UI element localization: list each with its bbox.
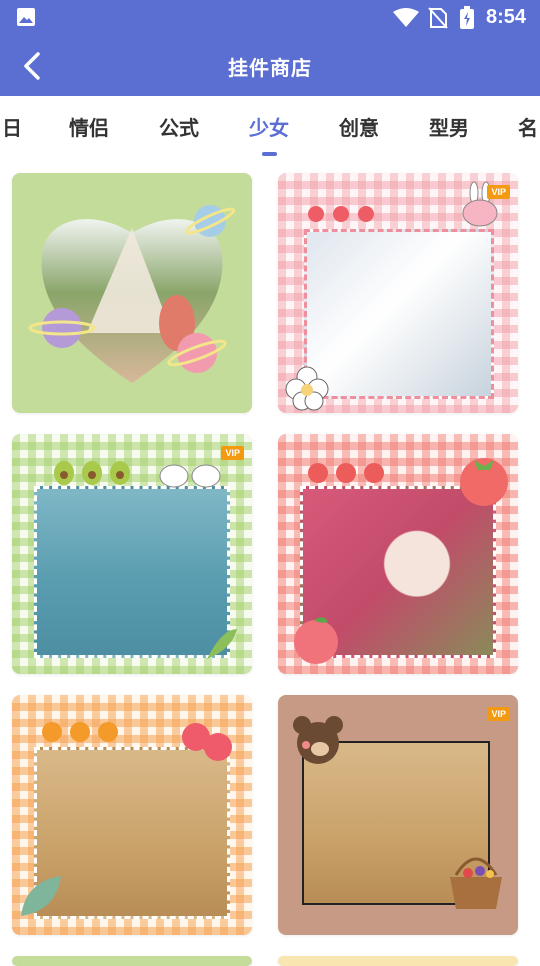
pendant-card[interactable]: VIP bbox=[278, 695, 518, 935]
pendant-card[interactable] bbox=[278, 434, 518, 674]
gallery-icon bbox=[17, 8, 35, 26]
vip-badge: VIP bbox=[221, 446, 244, 460]
tab-cool-guy[interactable]: 型男 bbox=[429, 112, 469, 141]
app-bar: 挂件商店 bbox=[0, 36, 540, 96]
bear-icon bbox=[293, 716, 343, 764]
pendant-card[interactable] bbox=[12, 956, 252, 966]
tab-6[interactable]: 名 bbox=[518, 112, 538, 141]
vip-badge: VIP bbox=[487, 707, 510, 721]
pendant-card[interactable]: VIP bbox=[12, 434, 252, 674]
strawberry-icon bbox=[308, 206, 374, 222]
pendant-card[interactable]: VIP bbox=[278, 173, 518, 413]
strawberry-icon bbox=[182, 723, 232, 761]
photo-area bbox=[34, 486, 230, 658]
leaf-icon bbox=[207, 629, 237, 659]
pendant-grid: VIP VIP VIP bbox=[0, 164, 540, 966]
category-tabs: 日 情侣 公式 少女 创意 型男 名 bbox=[0, 96, 540, 156]
photo-area bbox=[304, 229, 494, 399]
orange-icon bbox=[42, 722, 118, 742]
avocado-icon bbox=[54, 461, 130, 485]
pendant-card[interactable] bbox=[278, 956, 518, 966]
active-tab-indicator bbox=[262, 152, 277, 156]
bunny-icon bbox=[159, 464, 221, 488]
pendant-card[interactable] bbox=[12, 173, 252, 413]
tomato-icon bbox=[308, 463, 384, 483]
basket-icon bbox=[450, 857, 502, 909]
flower-icon bbox=[285, 366, 329, 411]
heart-photo-frame bbox=[28, 205, 236, 383]
tab-0[interactable]: 日 bbox=[2, 112, 22, 141]
page-title: 挂件商店 bbox=[228, 56, 312, 80]
no-sim-icon bbox=[428, 7, 448, 29]
status-time: 8:54 bbox=[486, 6, 527, 28]
tab-creative[interactable]: 创意 bbox=[339, 112, 379, 141]
tab-formula[interactable]: 公式 bbox=[159, 112, 199, 141]
wifi-icon bbox=[393, 8, 419, 27]
strawberry-icon bbox=[460, 458, 508, 506]
status-bar: 8:54 bbox=[0, 0, 540, 36]
vip-badge: VIP bbox=[487, 185, 510, 199]
leaf-icon bbox=[21, 876, 61, 916]
peach-icon bbox=[294, 617, 338, 664]
tab-couple[interactable]: 情侣 bbox=[69, 112, 109, 141]
battery-icon bbox=[460, 6, 474, 29]
tab-girl[interactable]: 少女 bbox=[249, 112, 289, 141]
pendant-card[interactable] bbox=[12, 695, 252, 935]
